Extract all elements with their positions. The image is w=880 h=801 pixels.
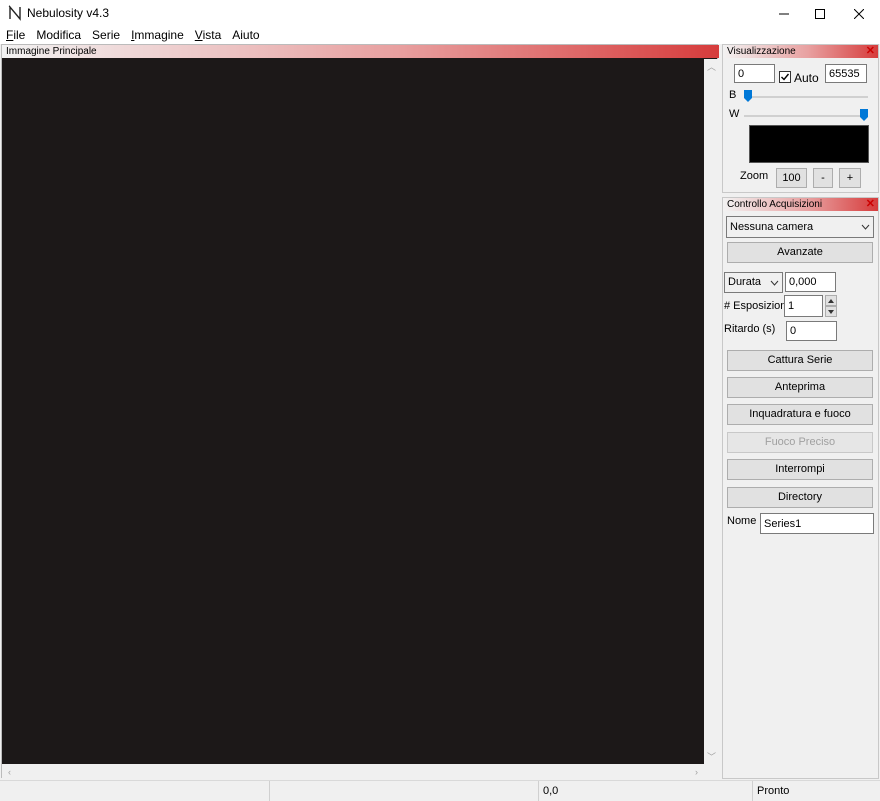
display-panel: Visualizzazione ✕ Auto B W Zoom 100 - + (722, 44, 879, 193)
minimize-button[interactable] (765, 0, 803, 27)
series-name-input[interactable] (760, 513, 874, 534)
menu-serie[interactable]: Serie (86, 27, 125, 44)
name-label: Nome (727, 515, 757, 527)
black-point-slider[interactable] (744, 96, 868, 98)
black-point-input[interactable] (734, 64, 775, 83)
abort-button[interactable]: Interrompi (727, 459, 873, 480)
auto-checkbox[interactable] (779, 71, 791, 83)
spin-up-icon[interactable] (825, 295, 837, 306)
main-image-pane-title: Immagine Principale (2, 45, 719, 58)
horizontal-scrollbar[interactable]: ‹ › (2, 764, 704, 779)
cursor-coordinates: 0,0 (538, 781, 752, 801)
zoom-value-button[interactable]: 100 (776, 168, 807, 188)
menu-vista[interactable]: Vista (189, 27, 226, 44)
menu-aiuto[interactable]: Aiuto (226, 27, 264, 44)
display-panel-header: Visualizzazione ✕ (723, 45, 878, 58)
status-cell-2 (269, 781, 538, 801)
maximize-button[interactable] (801, 0, 839, 27)
menu-immagine[interactable]: Immagine (125, 27, 189, 44)
white-slider-thumb[interactable] (860, 109, 868, 121)
directory-button[interactable]: Directory (727, 487, 873, 508)
delay-input[interactable] (786, 321, 837, 341)
preview-button[interactable]: Anteprima (727, 377, 873, 398)
spin-down-icon[interactable] (825, 306, 837, 317)
display-panel-title: Visualizzazione (727, 46, 796, 57)
close-panel-icon[interactable]: ✕ (866, 198, 875, 211)
close-window-button[interactable] (840, 0, 878, 27)
white-point-slider[interactable] (744, 115, 868, 117)
image-canvas[interactable] (3, 60, 703, 765)
duration-input[interactable] (785, 272, 836, 292)
checkmark-icon (781, 73, 790, 81)
chevron-down-icon (861, 217, 870, 244)
window-title: Nebulosity v4.3 (27, 6, 110, 20)
scroll-down-icon[interactable]: ﹀ (704, 749, 719, 764)
capture-panel-header: Controllo Acquisizioni ✕ (723, 198, 878, 211)
capture-panel-title: Controllo Acquisizioni (727, 199, 823, 210)
duration-select-value: Durata (728, 276, 762, 288)
white-point-input[interactable] (825, 64, 867, 83)
nebulosity-logo-icon (8, 5, 22, 21)
status-cell-1 (0, 781, 269, 801)
menu-file[interactable]: File (0, 27, 30, 44)
delay-label: Ritardo (s) (724, 323, 776, 335)
scroll-right-icon[interactable]: › (689, 764, 704, 779)
scrollbar-corner (704, 764, 719, 779)
status-bar: 0,0 Pronto (0, 780, 880, 801)
scroll-up-icon[interactable]: ︿ (704, 59, 719, 74)
auto-label: Auto (794, 71, 819, 85)
duration-select[interactable]: Durata (724, 272, 783, 293)
status-text: Pronto (752, 781, 880, 801)
menu-modifica[interactable]: Modifica (30, 27, 86, 44)
histogram-preview (749, 125, 869, 163)
fine-focus-button[interactable]: Fuoco Preciso (727, 432, 873, 453)
exposures-input[interactable] (784, 295, 823, 317)
title-bar[interactable]: Nebulosity v4.3 (0, 0, 880, 27)
frame-focus-button[interactable]: Inquadratura e fuoco (727, 404, 873, 425)
zoom-out-button[interactable]: - (813, 168, 833, 188)
camera-select-value: Nessuna camera (730, 221, 814, 233)
zoom-label: Zoom (740, 170, 769, 182)
exposures-label: # Esposizioni (724, 300, 789, 312)
chevron-down-icon (770, 273, 779, 299)
menu-bar: File Modifica Serie Immagine Vista Aiuto (0, 27, 880, 44)
black-slider-thumb[interactable] (744, 90, 752, 102)
capture-series-button[interactable]: Cattura Serie (727, 350, 873, 371)
close-panel-icon[interactable]: ✕ (866, 45, 875, 58)
zoom-in-button[interactable]: + (839, 168, 861, 188)
black-slider-label: B (729, 89, 737, 101)
white-slider-label: W (729, 108, 740, 120)
vertical-scrollbar[interactable]: ︿ ﹀ (704, 59, 719, 764)
scroll-left-icon[interactable]: ‹ (2, 764, 17, 779)
camera-select[interactable]: Nessuna camera (726, 216, 874, 238)
main-image-pane: Immagine Principale ︿ ﹀ ‹ › (1, 44, 719, 779)
advanced-button[interactable]: Avanzate (727, 242, 873, 263)
capture-panel: Controllo Acquisizioni ✕ Nessuna camera … (722, 197, 879, 779)
